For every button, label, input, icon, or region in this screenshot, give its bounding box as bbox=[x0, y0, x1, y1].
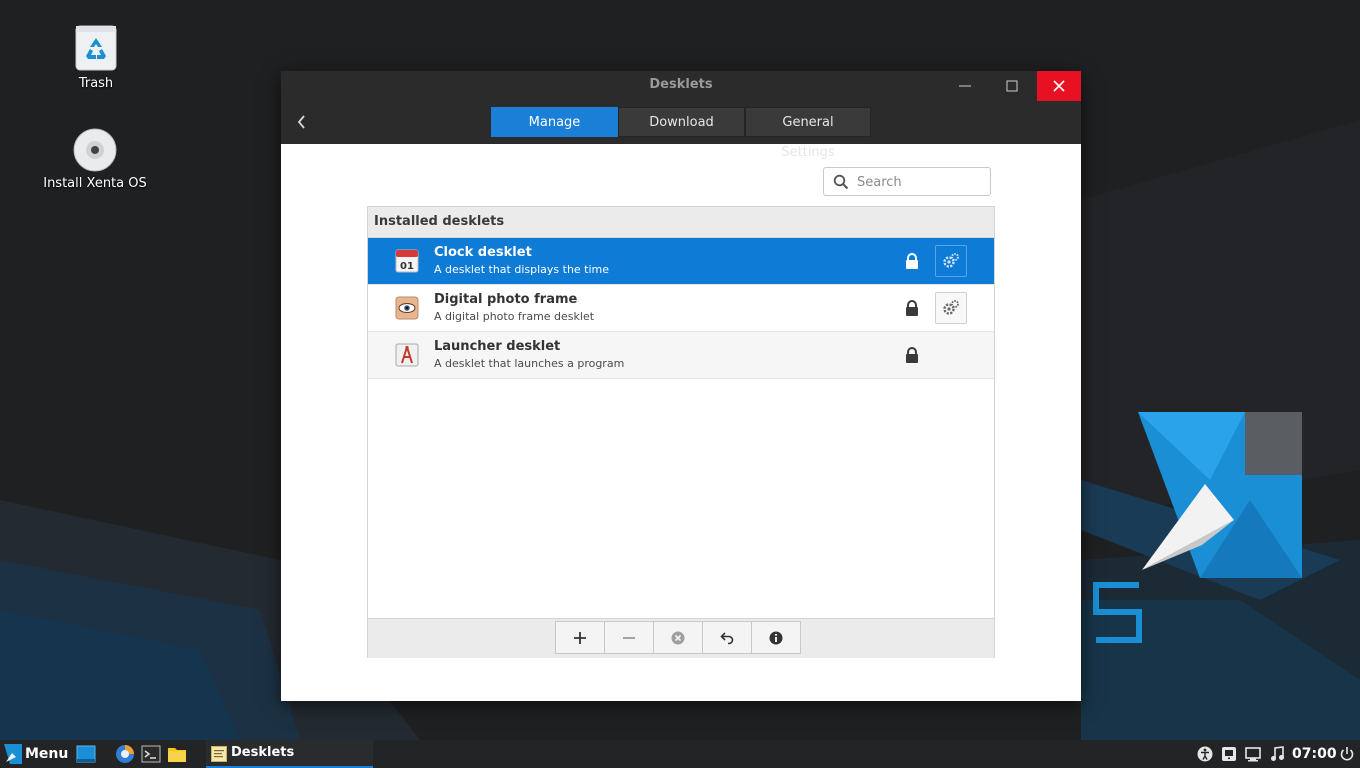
search-input[interactable] bbox=[855, 172, 987, 193]
calendar-icon-text: 01 bbox=[400, 261, 414, 272]
restore-button[interactable] bbox=[702, 621, 752, 654]
close-button[interactable] bbox=[1037, 71, 1081, 101]
gears-icon bbox=[943, 253, 959, 268]
launcher-icon bbox=[395, 343, 419, 367]
list-header: Installed desklets bbox=[368, 207, 994, 238]
configure-button[interactable] bbox=[935, 292, 967, 324]
minimize-button[interactable] bbox=[943, 71, 987, 101]
info-button[interactable] bbox=[751, 621, 801, 654]
uninstall-button[interactable] bbox=[653, 621, 703, 654]
desktop-icon-install[interactable]: Install Xenta OS bbox=[40, 128, 150, 191]
trash-icon bbox=[74, 24, 118, 72]
show-desktop-icon[interactable] bbox=[76, 744, 96, 764]
desklet-name: Launcher desklet bbox=[434, 339, 561, 354]
gears-icon bbox=[943, 300, 959, 315]
tray-accessibility[interactable] bbox=[1196, 745, 1214, 763]
tray-sound[interactable] bbox=[1268, 745, 1286, 763]
close-icon bbox=[1053, 80, 1065, 92]
add-icon bbox=[574, 631, 586, 644]
accessibility-icon bbox=[1197, 746, 1213, 762]
sound-icon bbox=[1271, 746, 1284, 761]
tab-download[interactable]: Download bbox=[618, 107, 745, 137]
terminal-icon[interactable] bbox=[141, 744, 161, 764]
task-label: Desklets bbox=[231, 745, 295, 760]
desklet-name: Clock desklet bbox=[434, 245, 532, 260]
desklets-app-icon bbox=[211, 746, 227, 762]
calendar-icon: 01 bbox=[395, 249, 419, 273]
desktop-icon-label: Trash bbox=[78, 76, 114, 91]
menu-label: Menu bbox=[25, 746, 69, 762]
desklet-list-panel: Installed desklets 01 Clock desklet A de… bbox=[367, 206, 995, 658]
tab-manage[interactable]: Manage bbox=[491, 107, 618, 137]
folder-icon[interactable] bbox=[167, 744, 187, 764]
desklet-name: Digital photo frame bbox=[434, 292, 578, 307]
remove-button[interactable] bbox=[604, 621, 654, 654]
search-icon bbox=[833, 174, 849, 190]
browser-icon[interactable] bbox=[115, 744, 135, 764]
tab-bar: Manage Download General Settings bbox=[491, 107, 871, 160]
lock-icon bbox=[906, 347, 918, 363]
titlebar[interactable]: Desklets Manage Download General Setting… bbox=[281, 71, 1081, 160]
desklet-description: A desklet that displays the time bbox=[434, 263, 610, 276]
tray-display[interactable] bbox=[1220, 745, 1238, 763]
disc-icon bbox=[73, 128, 117, 172]
power-icon bbox=[1340, 747, 1354, 761]
maximize-icon bbox=[1006, 80, 1018, 92]
clock[interactable]: 07:00 bbox=[1292, 746, 1337, 762]
uninstall-icon bbox=[671, 631, 685, 644]
add-button[interactable] bbox=[555, 621, 605, 654]
desktop-icon-trash[interactable]: Trash bbox=[41, 24, 151, 91]
desktop-icon-label: Install Xenta OS bbox=[43, 176, 147, 191]
info-icon bbox=[769, 631, 783, 644]
back-button[interactable] bbox=[291, 111, 311, 133]
tray-power[interactable] bbox=[1338, 745, 1356, 763]
list-item[interactable]: Launcher desklet A desklet that launches… bbox=[368, 332, 994, 379]
lock-icon bbox=[906, 300, 918, 316]
chevron-left-icon bbox=[297, 115, 305, 129]
tray-network[interactable] bbox=[1244, 745, 1262, 763]
network-icon bbox=[1245, 747, 1261, 762]
configure-button[interactable] bbox=[935, 245, 967, 277]
maximize-button[interactable] bbox=[990, 71, 1034, 101]
menu-button[interactable]: Menu bbox=[4, 743, 68, 765]
list-toolbar bbox=[368, 618, 994, 658]
desklets-window: Desklets Manage Download General Setting… bbox=[281, 71, 1081, 701]
restore-icon bbox=[720, 631, 734, 644]
taskbar: Menu Desklets 07:00 bbox=[0, 740, 1360, 768]
remove-icon bbox=[623, 636, 635, 639]
search-field[interactable] bbox=[823, 167, 991, 196]
lock-icon bbox=[906, 253, 918, 269]
list-item[interactable]: 01 Clock desklet A desklet that displays… bbox=[368, 238, 994, 285]
desklet-description: A desklet that launches a program bbox=[434, 357, 625, 370]
minimize-icon bbox=[959, 85, 971, 87]
desklet-description: A digital photo frame desklet bbox=[434, 310, 595, 323]
display-icon bbox=[1222, 747, 1236, 761]
toolbar-button-group bbox=[555, 621, 801, 654]
photo-eye-icon bbox=[395, 296, 419, 320]
task-desklets[interactable]: Desklets bbox=[206, 740, 373, 768]
tab-general-settings[interactable]: General Settings bbox=[745, 107, 871, 160]
xenta-menu-icon bbox=[4, 744, 22, 764]
list-item[interactable]: Digital photo frame A digital photo fram… bbox=[368, 285, 994, 332]
